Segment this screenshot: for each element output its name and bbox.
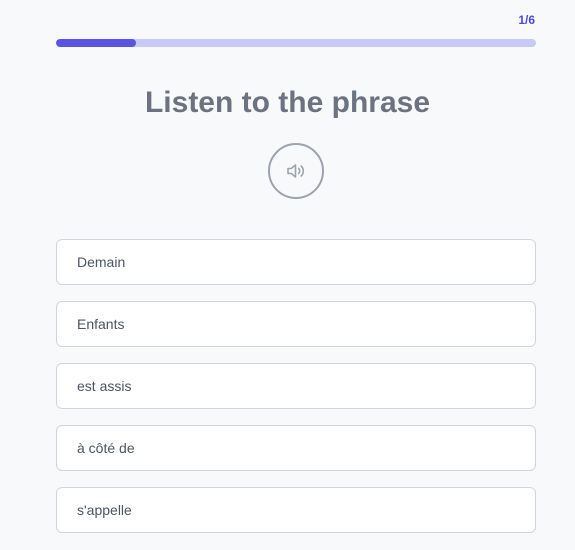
answer-option[interactable]: s'appelle bbox=[56, 487, 536, 533]
answer-option-label: Enfants bbox=[77, 316, 125, 332]
exercise-page: 1/6 Listen to the phrase Demain Enfants … bbox=[0, 0, 575, 550]
answer-options: Demain Enfants est assis à côté de s'app… bbox=[56, 239, 536, 549]
answer-option[interactable]: Demain bbox=[56, 239, 536, 285]
answer-option-label: s'appelle bbox=[77, 502, 132, 518]
answer-option[interactable]: à côté de bbox=[56, 425, 536, 471]
play-audio-button[interactable] bbox=[268, 143, 324, 199]
progress-bar bbox=[56, 39, 536, 47]
answer-option[interactable]: Enfants bbox=[56, 301, 536, 347]
progress-counter: 1/6 bbox=[518, 13, 535, 27]
answer-option-label: à côté de bbox=[77, 440, 135, 456]
speaker-icon bbox=[284, 159, 308, 183]
answer-option-label: Demain bbox=[77, 254, 126, 270]
page-title: Listen to the phrase bbox=[144, 86, 431, 119]
answer-option[interactable]: est assis bbox=[56, 363, 536, 409]
answer-option-label: est assis bbox=[77, 378, 132, 394]
progress-bar-fill bbox=[56, 39, 137, 47]
